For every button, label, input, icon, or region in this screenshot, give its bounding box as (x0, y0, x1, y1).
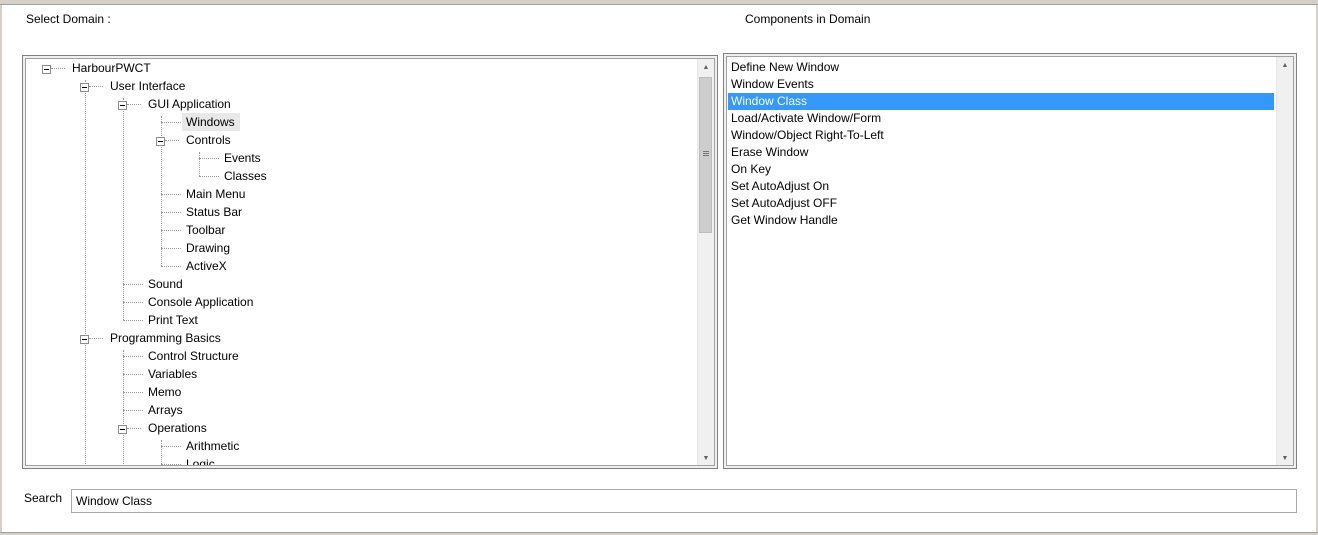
grip-icon (703, 155, 709, 156)
component-item[interactable]: Window/Object Right-To-Left (728, 127, 1274, 144)
tree-item-sound[interactable]: Sound (146, 275, 185, 293)
tree-line (123, 320, 143, 321)
tree-line (123, 350, 124, 465)
collapse-icon[interactable] (156, 137, 165, 146)
select-domain-label: Select Domain : (26, 12, 111, 26)
tree-line (161, 212, 181, 213)
components-in-domain-label: Components in Domain (745, 12, 871, 26)
tree-item-arrays[interactable]: Arrays (146, 401, 185, 419)
scroll-down-icon[interactable]: ▼ (1277, 450, 1293, 465)
tree-line (123, 392, 143, 393)
tree-line (161, 440, 162, 465)
tree-scrollbar-thumb[interactable] (699, 77, 712, 233)
tree-item-windows[interactable]: Windows (182, 113, 240, 131)
tree-item-harbourpwct[interactable]: HarbourPWCT (70, 59, 153, 77)
tree-item-memo[interactable]: Memo (146, 383, 183, 401)
tree-item-operations[interactable]: Operations (146, 419, 209, 437)
collapse-icon[interactable] (118, 101, 127, 110)
tree-item-controls[interactable]: Controls (184, 131, 233, 149)
tree-item-logic[interactable]: Logic (184, 455, 217, 465)
tree-item-classes[interactable]: Classes (222, 167, 269, 185)
collapse-icon[interactable] (80, 83, 89, 92)
tree-line (161, 266, 181, 267)
tree-line (161, 464, 181, 465)
domain-tree-panel: HarbourPWCT User Interface GUI Applicati… (22, 55, 718, 469)
tree-line (199, 176, 219, 177)
tree-line (161, 194, 181, 195)
tree-scrollbar[interactable]: ▲ ▼ (697, 59, 714, 465)
tree-line (123, 284, 143, 285)
tree-item-arithmetic[interactable]: Arithmetic (184, 437, 241, 455)
grip-icon (703, 151, 709, 152)
tree-item-print-text[interactable]: Print Text (146, 311, 200, 329)
collapse-icon[interactable] (118, 425, 127, 434)
tree-item-control-structure[interactable]: Control Structure (146, 347, 241, 365)
tree-line (123, 410, 143, 411)
tree-line (127, 428, 141, 429)
tree-item-main-menu[interactable]: Main Menu (184, 185, 247, 203)
component-item[interactable]: Window Events (728, 76, 1274, 93)
tree-item-activex[interactable]: ActiveX (184, 257, 229, 275)
grip-icon (703, 153, 709, 154)
tree-item-status-bar[interactable]: Status Bar (184, 203, 244, 221)
collapse-icon[interactable] (42, 65, 51, 74)
tree-line (199, 158, 219, 159)
scroll-up-icon[interactable]: ▲ (1277, 57, 1293, 74)
component-item[interactable]: Window Class (728, 93, 1274, 110)
tree-line (161, 248, 181, 249)
window-top-border (0, 0, 1318, 5)
tree-line (123, 374, 143, 375)
component-item[interactable]: Get Window Handle (728, 212, 1274, 229)
tree-item-toolbar[interactable]: Toolbar (184, 221, 227, 239)
collapse-icon[interactable] (80, 335, 89, 344)
tree-line (89, 338, 103, 339)
component-item[interactable]: On Key (728, 161, 1274, 178)
tree-item-console-application[interactable]: Console Application (146, 293, 255, 311)
component-item[interactable]: Set AutoAdjust OFF (728, 195, 1274, 212)
tree-item-gui-application[interactable]: GUI Application (146, 95, 233, 113)
scroll-down-icon[interactable]: ▼ (698, 450, 714, 465)
components-list[interactable]: ▲ ▼ Define New Window Window Events Window… (726, 56, 1294, 466)
search-label: Search (24, 491, 63, 505)
component-item[interactable]: Load/Activate Window/Form (728, 110, 1274, 127)
tree-line (127, 104, 141, 105)
component-item[interactable]: Define New Window (728, 59, 1274, 76)
window-left-border (0, 5, 2, 535)
tree-item-drawing[interactable]: Drawing (184, 239, 232, 257)
domain-tree[interactable]: HarbourPWCT User Interface GUI Applicati… (25, 58, 715, 466)
tree-item-events[interactable]: Events (222, 149, 263, 167)
tree-line (85, 80, 86, 465)
component-item[interactable]: Erase Window (728, 144, 1274, 161)
tree-line (161, 446, 181, 447)
tree-line (51, 68, 65, 69)
components-list-panel: ▲ ▼ Define New Window Window Events Window… (723, 53, 1297, 469)
tree-line (123, 302, 143, 303)
tree-line (123, 98, 124, 320)
component-item[interactable]: Set AutoAdjust On (728, 178, 1274, 195)
tree-line (161, 230, 181, 231)
tree-line (89, 86, 103, 87)
tree-line (161, 122, 181, 123)
tree-line (123, 356, 143, 357)
scroll-up-icon[interactable]: ▲ (698, 59, 714, 76)
tree-line (199, 152, 200, 176)
components-scrollbar[interactable]: ▲ ▼ (1276, 57, 1293, 465)
tree-item-user-interface[interactable]: User Interface (108, 77, 187, 95)
tree-item-variables[interactable]: Variables (146, 365, 199, 383)
search-input[interactable] (71, 489, 1297, 513)
tree-item-programming-basics[interactable]: Programming Basics (108, 329, 223, 347)
tree-line (165, 140, 179, 141)
